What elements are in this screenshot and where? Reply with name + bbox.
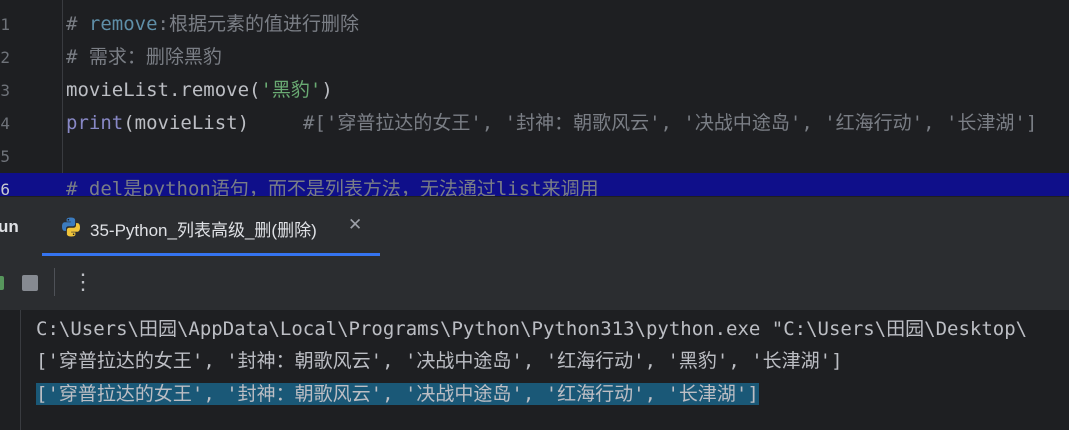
code-line[interactable]: 4 print(movieList) #['穿普拉达的女王', '封神：朝歌风云'… xyxy=(0,107,1069,140)
code-line[interactable]: 2 # 需求：删除黑豹 xyxy=(0,41,1069,74)
comment-text: # del是python语句，而不是列表方法，无法通过list来调用 xyxy=(66,178,599,196)
python-icon xyxy=(62,217,80,237)
code-line[interactable]: 1 # remove:根据元素的值进行删除 xyxy=(0,8,1069,41)
run-toolbar: ⋮ xyxy=(0,256,1069,310)
comment-prefix: # xyxy=(66,13,89,35)
line-number: 5 xyxy=(0,147,10,166)
comment-text: # 需求：删除黑豹 xyxy=(66,46,222,68)
rerun-icon[interactable] xyxy=(0,276,4,290)
line-number: 6 xyxy=(0,180,10,196)
toolbar-separator xyxy=(54,268,55,296)
line-number: 1 xyxy=(0,15,10,34)
run-tab-title: 35-Python_列表高级_删(删除) xyxy=(90,221,317,240)
line-number: 4 xyxy=(0,114,10,133)
more-vertical-icon[interactable]: ⋮ xyxy=(72,268,94,296)
code-text: movieList.remove( xyxy=(66,79,261,101)
trailing-comment: #['穿普拉达的女王', '封神：朝歌风云', '决战中途岛', '红海行动',… xyxy=(303,112,1038,134)
code-line[interactable]: 3 movieList.remove('黑豹') xyxy=(0,74,1069,107)
code-line[interactable]: 5 xyxy=(0,140,1069,173)
selected-console-line[interactable]: ['穿普拉达的女王', '封神：朝歌风云', '决战中途岛', '红海行动', … xyxy=(36,383,759,405)
console-line: ['穿普拉达的女王', '封神：朝歌风云', '决战中途岛', '红海行动', … xyxy=(36,350,843,372)
string-literal: '黑豹' xyxy=(260,79,322,101)
run-tab[interactable]: 35-Python_列表高级_删(删除) ✕ xyxy=(42,197,380,257)
comment-text: :根据元素的值进行删除 xyxy=(157,13,359,35)
line-number: 3 xyxy=(0,81,10,100)
close-icon[interactable]: ✕ xyxy=(348,215,362,235)
code-text: (movieList) xyxy=(123,112,250,134)
line-number: 2 xyxy=(0,48,10,67)
code-editor[interactable]: 1 # remove:根据元素的值进行删除 2 # 需求：删除黑豹 3 movi… xyxy=(0,0,1069,196)
current-code-line[interactable]: 6 # del是python语句，而不是列表方法，无法通过list来调用 xyxy=(0,173,1069,196)
console-output[interactable]: C:\Users\田园\AppData\Local\Programs\Pytho… xyxy=(0,310,1069,430)
builtin-function: print xyxy=(66,112,124,134)
stop-icon[interactable] xyxy=(22,275,38,291)
console-gutter xyxy=(20,310,21,430)
console-line: C:\Users\田园\AppData\Local\Programs\Pytho… xyxy=(36,318,1028,340)
run-panel-label[interactable]: un xyxy=(0,217,19,237)
code-text: ) xyxy=(321,79,333,101)
run-tool-window-header: un 35-Python_列表高级_删(删除) ✕ xyxy=(0,196,1069,257)
comment-keyword: remove xyxy=(88,13,158,35)
